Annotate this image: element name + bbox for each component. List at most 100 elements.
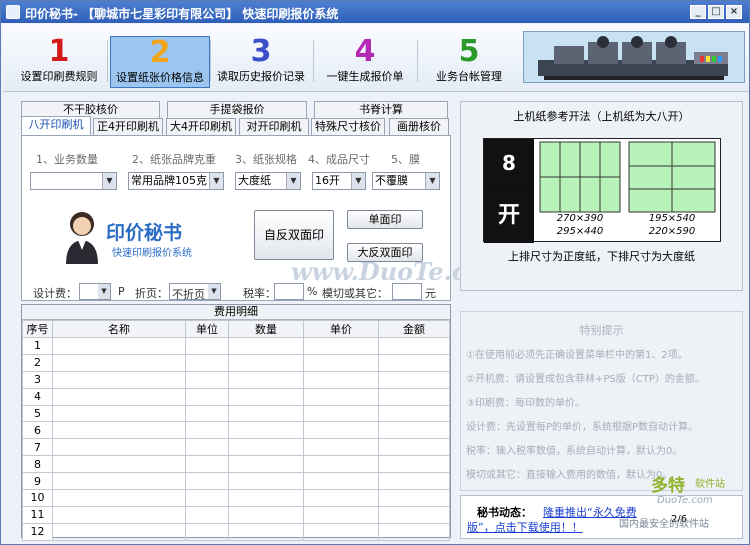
table-cell[interactable] — [52, 438, 186, 457]
toolbar-generate-quote[interactable]: 4 一键生成报价单 — [315, 36, 415, 88]
fold-select[interactable]: 不折页 ▼ — [169, 283, 221, 301]
table-row[interactable]: 5 — [22, 404, 450, 423]
table-cell[interactable] — [185, 404, 229, 423]
table-row[interactable]: 8 — [22, 455, 450, 474]
table-cell[interactable] — [228, 522, 304, 541]
table-cell[interactable] — [303, 370, 379, 389]
table-cell[interactable] — [185, 438, 229, 457]
table-cell[interactable] — [378, 337, 450, 355]
table-cell[interactable] — [378, 404, 450, 423]
table-cell[interactable] — [185, 489, 229, 507]
table-cell[interactable] — [228, 337, 304, 355]
table-cell[interactable] — [185, 522, 229, 541]
table-cell[interactable] — [228, 387, 304, 406]
table-cell[interactable] — [228, 353, 304, 372]
table-cell[interactable] — [303, 489, 379, 507]
table-cell[interactable] — [378, 522, 450, 541]
cut-unit: 元 — [425, 287, 436, 300]
maximize-button[interactable]: □ — [708, 5, 724, 19]
table-cell[interactable] — [228, 505, 304, 524]
table-cell[interactable] — [52, 472, 186, 491]
tab-z4k-press[interactable]: 正4开印刷机 — [93, 118, 163, 135]
table-row[interactable]: 7 — [22, 438, 450, 457]
table-cell[interactable] — [303, 505, 379, 524]
table-cell[interactable] — [303, 421, 379, 440]
table-cell[interactable] — [228, 421, 304, 440]
table-cell[interactable] — [378, 505, 450, 524]
table-row[interactable]: 12 — [22, 522, 450, 541]
table-cell[interactable] — [228, 370, 304, 389]
table-cell[interactable] — [185, 387, 229, 406]
table-cell[interactable] — [378, 472, 450, 491]
table-cell[interactable] — [303, 438, 379, 457]
tab-album[interactable]: 画册核价 — [389, 118, 449, 135]
table-row[interactable]: 11 — [22, 505, 450, 524]
design-fee-select[interactable]: ▼ — [79, 283, 111, 300]
finished-size-value: 16开 — [315, 174, 340, 187]
news-link-cont[interactable]: 版”，点击下载使用！！ — [467, 519, 583, 535]
table-row[interactable]: 3 — [22, 370, 450, 389]
table-cell[interactable] — [185, 505, 229, 524]
table-cell[interactable] — [303, 404, 379, 423]
table-cell[interactable] — [185, 370, 229, 389]
paper-spec-select[interactable]: 大度纸 ▼ — [235, 172, 301, 190]
table-cell[interactable] — [228, 489, 304, 507]
table-cell[interactable] — [228, 404, 304, 423]
table-cell[interactable] — [52, 337, 186, 355]
table-cell[interactable] — [52, 522, 186, 541]
table-cell[interactable] — [228, 472, 304, 491]
table-cell[interactable] — [52, 387, 186, 406]
quantity-select[interactable]: ▼ — [30, 172, 117, 190]
tab-8k-press[interactable]: 八开印刷机 — [21, 116, 91, 135]
table-cell[interactable] — [185, 472, 229, 491]
table-cell[interactable] — [228, 438, 304, 457]
table-cell[interactable] — [303, 522, 379, 541]
table-cell[interactable] — [185, 353, 229, 372]
tab-special-size[interactable]: 特殊尺寸核价 — [311, 118, 385, 135]
table-cell[interactable] — [303, 387, 379, 406]
toolbar-paper-price[interactable]: 2 设置纸张价格信息 — [110, 36, 210, 88]
toolbar-history[interactable]: 3 读取历史报价记录 — [211, 36, 311, 88]
table-row[interactable]: 1 — [22, 337, 450, 355]
table-cell[interactable] — [52, 489, 186, 507]
tab-spine[interactable]: 书脊计算 — [314, 101, 448, 118]
table-row[interactable]: 6 — [22, 421, 450, 440]
table-cell[interactable] — [378, 370, 450, 389]
tab-d4k-press[interactable]: 大4开印刷机 — [166, 118, 236, 135]
paper-brand-select[interactable]: 常用品牌105克 ▼ — [128, 172, 224, 190]
table-row[interactable]: 2 — [22, 353, 450, 372]
table-cell[interactable] — [378, 387, 450, 406]
table-cell[interactable] — [378, 421, 450, 440]
toolbar-print-fee-rules[interactable]: 1 设置印刷费规则 — [9, 36, 109, 88]
duplex-print-button[interactable]: 自反双面印 — [254, 210, 334, 260]
table-cell[interactable] — [52, 421, 186, 440]
single-side-button[interactable]: 单面印 — [347, 210, 423, 229]
toolbar-ledger[interactable]: 5 业务台帐管理 — [419, 36, 519, 88]
table-cell[interactable] — [303, 455, 379, 474]
table-cell[interactable] — [52, 505, 186, 524]
film-select[interactable]: 不覆膜 ▼ — [372, 172, 440, 190]
table-row[interactable]: 9 — [22, 472, 450, 491]
table-cell[interactable] — [185, 337, 229, 355]
table-cell[interactable] — [52, 455, 186, 474]
table-cell[interactable] — [303, 472, 379, 491]
table-cell[interactable] — [303, 337, 379, 355]
finished-size-select[interactable]: 16开 ▼ — [312, 172, 366, 190]
table-cell[interactable] — [378, 489, 450, 507]
close-button[interactable]: × — [726, 5, 742, 19]
table-cell[interactable] — [52, 353, 186, 372]
table-cell[interactable] — [52, 404, 186, 423]
table-cell[interactable] — [52, 370, 186, 389]
table-cell[interactable] — [378, 438, 450, 457]
table-cell[interactable] — [185, 455, 229, 474]
table-row[interactable]: 4 — [22, 387, 450, 406]
minimize-button[interactable]: _ — [690, 5, 706, 19]
tab-duikai-press[interactable]: 对开印刷机 — [239, 118, 309, 135]
table-cell[interactable] — [228, 455, 304, 474]
table-row[interactable]: 10 — [22, 489, 450, 507]
table-cell[interactable] — [303, 353, 379, 372]
table-cell[interactable] — [378, 455, 450, 474]
tab-handbag[interactable]: 手提袋报价 — [167, 101, 307, 118]
table-cell[interactable] — [378, 353, 450, 372]
table-cell[interactable] — [185, 421, 229, 440]
